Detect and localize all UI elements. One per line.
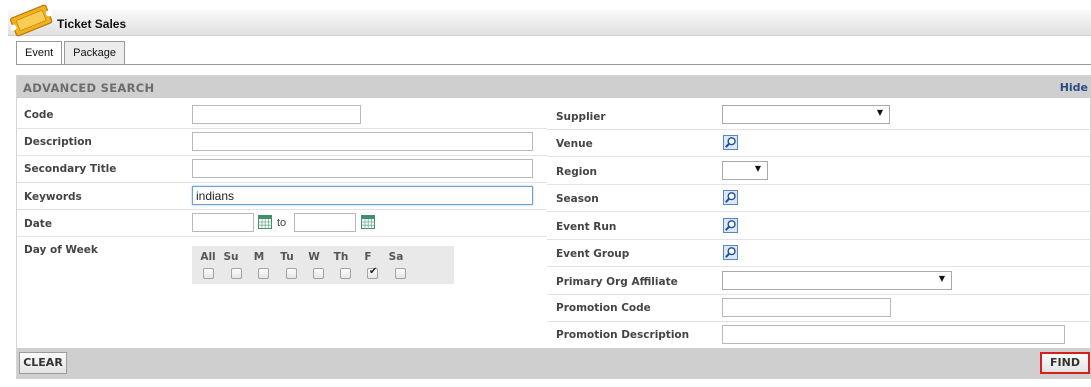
day-checkbox-w[interactable] (313, 268, 324, 279)
panel-header: ADVANCED SEARCH Hide (17, 76, 1091, 98)
supplier-label: Supplier (556, 111, 606, 123)
panel-footer: CLEAR FIND (17, 348, 1091, 378)
code-input[interactable] (192, 105, 361, 124)
keywords-label: Keywords (24, 191, 82, 203)
day-checkbox-su[interactable] (231, 268, 242, 279)
region-label: Region (556, 166, 598, 178)
row-divider (17, 155, 547, 156)
day-header-sa: Sa (388, 251, 404, 263)
calendar-icon[interactable] (361, 215, 375, 229)
row-divider (547, 321, 1091, 322)
chevron-down-icon: ▼ (938, 274, 945, 283)
tab-package[interactable]: Package (64, 41, 125, 65)
secondary-title-label: Secondary Title (24, 163, 117, 175)
magnifier-icon[interactable] (723, 245, 738, 260)
row-divider (17, 236, 547, 237)
magnifier-icon[interactable] (723, 190, 738, 205)
keywords-input[interactable] (192, 186, 533, 205)
primary-org-affiliate-label: Primary Org Affiliate (556, 276, 678, 288)
tab-event[interactable]: Event (16, 41, 63, 65)
promotion-description-input[interactable] (722, 325, 1065, 344)
day-header-tu: Tu (280, 251, 294, 263)
title-bar (8, 10, 1091, 36)
row-divider (547, 239, 1091, 240)
supplier-select[interactable]: ▼ (722, 105, 890, 124)
tab-divider (16, 64, 1091, 65)
promotion-description-label: Promotion Description (556, 329, 690, 341)
clear-button[interactable]: CLEAR (19, 352, 67, 374)
promotion-code-label: Promotion Code (556, 302, 651, 314)
day-checkbox-m[interactable] (258, 268, 269, 279)
day-header-f: F (364, 251, 372, 263)
day-checkbox-all[interactable] (203, 268, 214, 279)
magnifier-icon[interactable] (723, 135, 738, 150)
day-header-all: All (200, 251, 216, 263)
calendar-icon[interactable] (258, 215, 272, 229)
region-select[interactable]: ▼ (722, 161, 768, 180)
event-run-label: Event Run (556, 221, 617, 233)
row-divider (547, 266, 1091, 267)
season-label: Season (556, 193, 599, 205)
description-input[interactable] (192, 132, 533, 151)
advanced-search-panel: ADVANCED SEARCH Hide Code Description Se… (16, 75, 1091, 379)
date-label: Date (24, 218, 52, 230)
promotion-code-input[interactable] (722, 298, 891, 317)
day-header-w: W (308, 251, 320, 263)
day-header-su: Su (223, 251, 239, 263)
primary-org-affiliate-select[interactable]: ▼ (722, 271, 952, 290)
ticket-icon (10, 4, 53, 37)
magnifier-icon[interactable] (723, 218, 738, 233)
panel-title: ADVANCED SEARCH (23, 81, 155, 95)
find-button[interactable]: FIND (1040, 352, 1090, 374)
chevron-down-icon: ▼ (876, 108, 883, 117)
venue-label: Venue (556, 138, 593, 150)
row-divider (547, 211, 1091, 212)
row-divider (547, 156, 1091, 157)
checkmark-icon: ✔ (369, 266, 378, 277)
day-checkbox-sa[interactable] (395, 268, 406, 279)
secondary-title-input[interactable] (192, 159, 533, 178)
day-checkbox-tu[interactable] (286, 268, 297, 279)
row-divider (17, 128, 547, 129)
day-of-week-label: Day of Week (24, 244, 98, 256)
event-group-label: Event Group (556, 248, 630, 260)
row-divider (547, 294, 1091, 295)
day-checkbox-th[interactable] (340, 268, 351, 279)
date-to-label: to (277, 217, 287, 229)
description-label: Description (24, 136, 92, 148)
row-divider (17, 209, 547, 210)
day-of-week-grid: All Su M Tu W Th F Sa ✔ (192, 246, 454, 284)
app-title: Ticket Sales (57, 17, 127, 31)
row-divider (17, 182, 547, 183)
row-divider (547, 129, 1091, 130)
date-from-input[interactable] (192, 213, 254, 232)
code-label: Code (24, 109, 54, 121)
day-header-m: M (253, 251, 265, 263)
day-header-th: Th (333, 251, 349, 263)
tab-bar: Event Package (16, 41, 125, 65)
date-to-input[interactable] (294, 213, 356, 232)
chevron-down-icon: ▼ (754, 164, 761, 173)
row-divider (547, 184, 1091, 185)
hide-link[interactable]: Hide (1060, 81, 1088, 94)
day-checkbox-f[interactable]: ✔ (367, 266, 378, 279)
